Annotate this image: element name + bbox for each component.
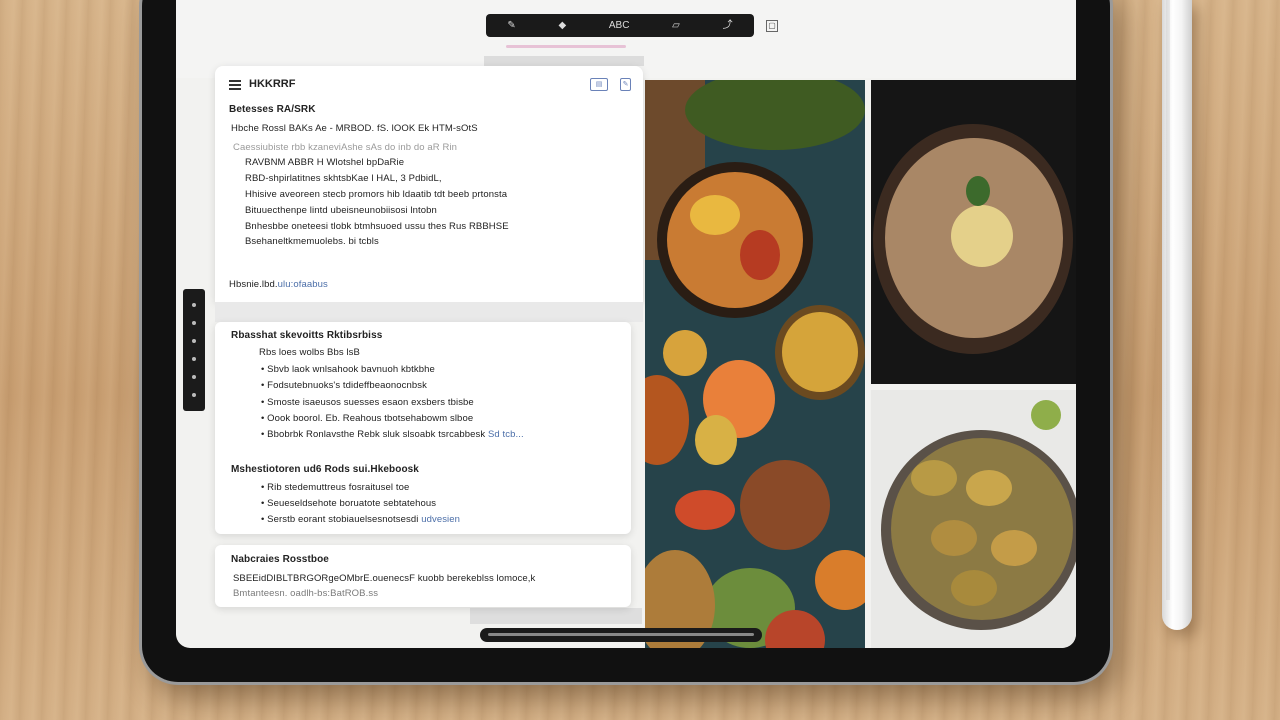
tool-dot-icon[interactable] xyxy=(192,339,196,343)
notes-panel-footer: Nabcraies Rosstboe SBEEidDIBLTBRGORgeOMb… xyxy=(215,545,631,607)
tool-dot-icon[interactable] xyxy=(192,357,196,361)
note-line: RBD-shpirlatitnes skhtsbKae l HAL, 3 Pdb… xyxy=(245,173,442,184)
list-item: • Fodsutebnuoks's tdideffbeaonocnbsk xyxy=(261,380,427,391)
sidebar-toggle-icon[interactable]: ▤ xyxy=(590,78,608,91)
list-item: • Oook boorol. Eb. Reahous tbotsehabowm … xyxy=(261,413,474,424)
food-photo-spread xyxy=(645,80,865,648)
note-line: Bituuecthenpe lintd ubeisneunobiisosi ln… xyxy=(245,205,437,216)
shape-icon[interactable]: ▱ xyxy=(672,20,680,31)
drawing-toolbar: ✎ ◆ ABC ▱ ⤴ xyxy=(486,14,754,37)
note-line: SBEEidDIBLTBRGORgeOMbrE.ouenecsF kuobb b… xyxy=(233,573,536,584)
compose-icon[interactable]: ✎ xyxy=(620,78,631,91)
section-heading: Betesses RA/SRK xyxy=(229,104,316,115)
menu-icon[interactable] xyxy=(229,80,241,92)
text-icon[interactable]: ABC xyxy=(609,20,630,31)
tool-dot-icon[interactable] xyxy=(192,321,196,325)
note-link[interactable]: Bmtanteesn. oadlh-bs:BatROB.ss xyxy=(233,588,378,599)
toolbar-shadow-strip xyxy=(484,56,644,66)
notes-app-title: HKKRRF xyxy=(249,78,296,90)
note-line: Bnhesbbe oneteesi tlobk btmhsuoed ussu t… xyxy=(245,221,509,232)
note-footer: Hbsnie.lbd.ulu:ofaabus xyxy=(229,279,328,290)
tool-dot-icon[interactable] xyxy=(192,303,196,307)
section-heading: Rbasshat skevoitts Rktibsrbiss xyxy=(231,330,383,341)
note-footer-label: Hbsnie.lbd. xyxy=(229,279,278,290)
tool-dot-icon[interactable] xyxy=(192,393,196,397)
food-photo-stuffed-dish xyxy=(871,390,1076,648)
panel-divider xyxy=(215,302,643,322)
note-line: RAVBNM ABBR H Wlotshel bpDaRie xyxy=(245,157,405,168)
notes-panel-list: Rbasshat skevoitts Rktibsrbiss Rbs loes … xyxy=(215,322,631,534)
section-subheading: Rbs loes wolbs Bbs lsB xyxy=(259,347,360,358)
note-line: Caessiubiste rbb kzaneviAshe sAs do inb … xyxy=(233,142,458,153)
notes-panel-main: HKKRRF ▤ ✎ Betesses RA/SRK Hbche Rossl B… xyxy=(215,66,643,302)
note-line: Bsehaneltkmemuolebs. bi tcbls xyxy=(245,236,379,247)
note-line: Hbche Rossl BAKs Ae - MRBOD. fS. lOOK Ek… xyxy=(231,123,478,134)
list-item: • Serstb eorant stobiauelsesnotsesdi udv… xyxy=(261,514,461,525)
note-footer-link[interactable]: ulu:ofaabus xyxy=(278,279,328,290)
food-photo-grain-bowl xyxy=(871,80,1076,384)
share-icon[interactable]: ⤴ xyxy=(723,20,733,31)
list-item: • Bbobrbk Ronlavsthe Rebk sluk slsoabk t… xyxy=(261,429,524,440)
section-heading: Nabcraies Rosstboe xyxy=(231,554,329,565)
list-item: • Seueseldsehote boruatote sebtatehous xyxy=(261,498,437,509)
note-line: Hhisive aveoreen stecb promors hib ldaat… xyxy=(245,189,508,200)
close-icon[interactable]: ▢ xyxy=(766,20,778,32)
list-item-link[interactable]: udvesien xyxy=(421,514,460,525)
section-heading: Mshestiotoren ud6 Rods sui.Hkeboosk xyxy=(231,464,419,475)
tool-dot-icon[interactable] xyxy=(192,375,196,379)
home-indicator[interactable] xyxy=(480,628,762,642)
list-item: • Sbvb laok wnlsahook bavnuoh kbtkbhe xyxy=(261,364,435,375)
toolbar-progress-bar xyxy=(506,45,626,48)
side-tool-strip[interactable] xyxy=(183,289,205,411)
pen-icon[interactable]: ✎ xyxy=(507,20,515,31)
dock-shadow xyxy=(470,608,642,624)
apple-pencil xyxy=(1162,0,1192,630)
list-item: • Rib stedemuttreus fosraitusel toe xyxy=(261,482,410,493)
list-item: • Smoste isaeusos suesses esaon exsbers … xyxy=(261,397,474,408)
list-item-link[interactable]: Sd tcb... xyxy=(488,429,524,440)
marker-icon[interactable]: ◆ xyxy=(558,20,566,31)
